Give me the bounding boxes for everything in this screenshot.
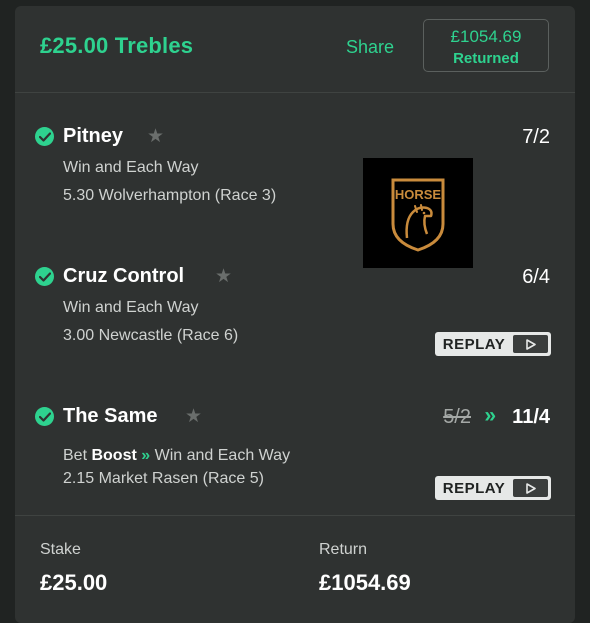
- returned-badge: £1054.69 Returned: [423, 19, 549, 72]
- boosted-odds: 11/4: [512, 406, 550, 428]
- boost-word: Boost: [91, 447, 137, 464]
- selection-market: Win and Each Way: [63, 299, 199, 316]
- selection-cruz-control: Cruz Control ★ 6/4 Win and Each Way 3.00…: [15, 232, 575, 372]
- selection-race: 5.30 Wolverhampton (Race 3): [63, 187, 277, 204]
- selection-name: Pitney: [63, 125, 124, 147]
- returned-label: Returned: [453, 50, 519, 67]
- returned-amount: £1054.69: [450, 27, 522, 46]
- stake-label: Stake: [40, 541, 81, 558]
- selection-market-boost: Bet Boost » Win and Each Way: [63, 447, 290, 465]
- check-circle-icon: [35, 127, 54, 146]
- selection-the-same: The Same ★ 5/2 » 11/4 Bet Boost » Win an…: [15, 372, 575, 515]
- boost-arrow-icon: »: [141, 447, 151, 464]
- boost-prefix: Bet: [63, 447, 88, 464]
- check-circle-icon: [35, 407, 54, 426]
- star-icon[interactable]: ★: [185, 405, 202, 428]
- replay-button[interactable]: REPLAY: [435, 332, 551, 356]
- selection-name: The Same: [63, 405, 158, 427]
- replay-label: REPLAY: [442, 335, 506, 353]
- bet-card: £25.00 Trebles Share £1054.69 Returned P…: [15, 6, 575, 623]
- play-icon: [513, 335, 548, 353]
- share-button[interactable]: Share: [346, 37, 394, 58]
- original-odds: 5/2: [443, 406, 471, 428]
- logo-text: HORSE: [395, 187, 442, 202]
- selection-market: Win and Each Way: [63, 159, 199, 176]
- selection-market: Win and Each Way: [154, 447, 291, 464]
- bet-header: £25.00 Trebles Share £1054.69 Returned: [15, 6, 575, 92]
- boost-arrow-icon: »: [484, 404, 496, 427]
- return-value: £1054.69: [319, 570, 411, 595]
- selection-name: Cruz Control: [63, 265, 185, 287]
- stake-value: £25.00: [40, 570, 108, 595]
- selection-odds: 6/4: [522, 266, 550, 288]
- star-icon[interactable]: ★: [215, 265, 232, 288]
- replay-button[interactable]: REPLAY: [435, 476, 551, 500]
- selection-race: 3.00 Newcastle (Race 6): [63, 327, 239, 344]
- selection-pitney: Pitney ★ 7/2 Win and Each Way 5.30 Wolve…: [15, 92, 575, 232]
- bet-footer: Stake £25.00 Return £1054.69: [15, 516, 575, 623]
- replay-label: REPLAY: [442, 479, 506, 497]
- return-label: Return: [319, 541, 368, 558]
- check-circle-icon: [35, 267, 54, 286]
- play-icon: [513, 479, 548, 497]
- star-icon[interactable]: ★: [147, 125, 164, 148]
- bet-title: £25.00 Trebles: [40, 33, 194, 58]
- selection-race: 2.15 Market Rasen (Race 5): [63, 470, 264, 487]
- selection-odds: 7/2: [522, 126, 550, 148]
